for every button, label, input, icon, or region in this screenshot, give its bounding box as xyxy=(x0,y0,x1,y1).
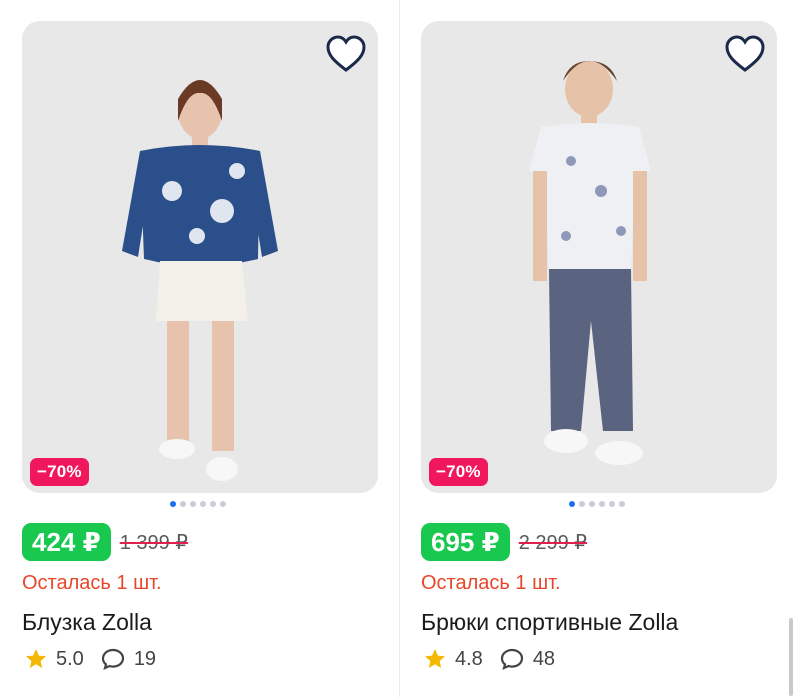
product-image xyxy=(421,21,777,493)
image-pagination xyxy=(569,501,625,509)
pagination-dot xyxy=(210,501,216,507)
pagination-dot xyxy=(200,501,206,507)
reviews-count: 19 xyxy=(133,647,157,670)
pagination-dot xyxy=(220,501,226,507)
product-card[interactable]: −70% 695 ₽ 2 299 ₽ Осталась 1 шт. Брюки … xyxy=(421,0,779,697)
pagination-dot xyxy=(599,501,605,507)
product-card[interactable]: −70% 424 ₽ 1 399 ₽ Осталась 1 шт. Блузка… xyxy=(22,0,380,697)
rating-value: 5.0 xyxy=(56,647,84,670)
price-row: 695 ₽ 2 299 ₽ xyxy=(421,523,587,561)
product-title[interactable]: Блузка Zolla xyxy=(22,609,152,636)
pagination-dot xyxy=(619,501,625,507)
pagination-dot xyxy=(579,501,585,507)
star-icon xyxy=(26,649,46,668)
comment-bubble-icon xyxy=(500,648,523,670)
pagination-dot xyxy=(170,501,176,507)
price-row: 424 ₽ 1 399 ₽ xyxy=(22,523,188,561)
pagination-dot xyxy=(569,501,575,507)
heart-outline-icon[interactable] xyxy=(324,33,368,77)
comment-bubble-icon xyxy=(101,648,124,670)
current-price: 424 ₽ xyxy=(22,523,111,561)
image-pagination xyxy=(170,501,226,509)
reviews-count: 48 xyxy=(532,647,556,670)
current-price: 695 ₽ xyxy=(421,523,510,561)
old-price: 2 299 ₽ xyxy=(518,531,588,554)
product-photo[interactable]: −70% xyxy=(22,21,378,493)
pagination-dot xyxy=(609,501,615,507)
pagination-dot xyxy=(589,501,595,507)
old-price: 1 399 ₽ xyxy=(119,531,189,554)
stock-status: Осталась 1 шт. xyxy=(22,572,162,594)
discount-badge: −70% xyxy=(30,458,89,486)
product-meta: 4.8 48 xyxy=(423,647,555,671)
star-icon xyxy=(425,649,445,668)
product-title[interactable]: Брюки спортивные Zolla xyxy=(421,609,678,636)
pagination-dot xyxy=(190,501,196,507)
product-meta: 5.0 19 xyxy=(24,647,156,671)
product-image xyxy=(22,21,378,493)
pagination-dot xyxy=(180,501,186,507)
stock-status: Осталась 1 шт. xyxy=(421,572,561,594)
heart-outline-icon[interactable] xyxy=(723,33,767,77)
rating-value: 4.8 xyxy=(455,647,483,670)
column-divider xyxy=(399,0,400,697)
scrollbar[interactable] xyxy=(789,618,793,696)
discount-badge: −70% xyxy=(429,458,488,486)
product-photo[interactable]: −70% xyxy=(421,21,777,493)
